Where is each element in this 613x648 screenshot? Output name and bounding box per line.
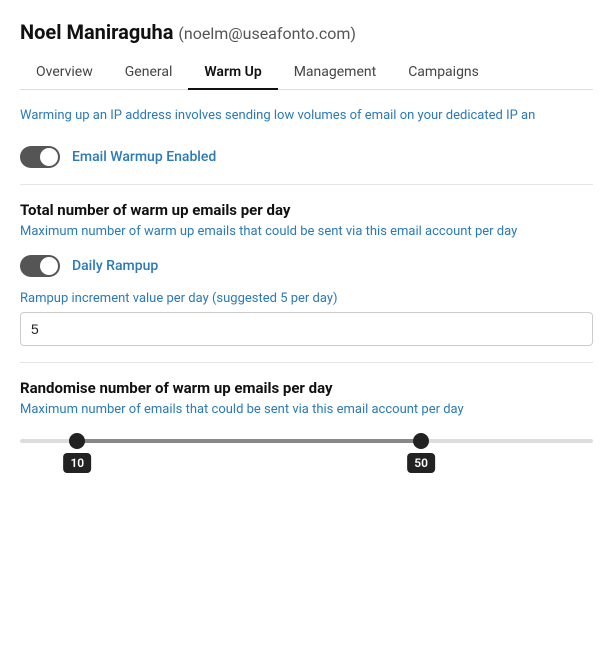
randomise-title: Randomise number of warm up emails per d…: [20, 379, 593, 397]
randomise-section: Randomise number of warm up emails per d…: [20, 379, 593, 473]
total-warmup-section: Total number of warm up emails per day M…: [20, 201, 593, 241]
slider-fill: [77, 439, 421, 443]
user-title: Noel Maniraguha (noelm@useafonto.com): [20, 20, 593, 44]
slider-thumb-min[interactable]: [69, 433, 85, 449]
tab-campaigns[interactable]: Campaigns: [392, 56, 495, 90]
rampup-input[interactable]: [20, 312, 593, 346]
slider-track: [20, 439, 593, 443]
user-name: Noel Maniraguha: [20, 20, 173, 44]
total-warmup-title: Total number of warm up emails per day: [20, 201, 593, 219]
email-warmup-label: Email Warmup Enabled: [72, 149, 216, 165]
rampup-field-label: Rampup increment value per day (suggeste…: [20, 291, 593, 306]
email-warmup-toggle[interactable]: [20, 146, 60, 168]
slider-thumb-max[interactable]: [413, 433, 429, 449]
page-header: Noel Maniraguha (noelm@useafonto.com) Ov…: [0, 0, 613, 90]
email-warmup-toggle-row: Email Warmup Enabled: [20, 146, 593, 168]
email-warmup-section: Email Warmup Enabled: [20, 146, 593, 168]
daily-rampup-toggle[interactable]: [20, 255, 60, 277]
tab-bar: Overview General Warm Up Management Camp…: [20, 56, 593, 90]
range-slider: 10 50: [20, 439, 593, 473]
slider-min-badge: 10: [63, 453, 91, 473]
daily-rampup-label: Daily Rampup: [72, 258, 158, 274]
divider-2: [20, 362, 593, 363]
tab-warmup[interactable]: Warm Up: [188, 56, 277, 90]
tab-overview[interactable]: Overview: [20, 56, 109, 90]
main-content: Warming up an IP address involves sendin…: [0, 90, 613, 497]
tab-management[interactable]: Management: [278, 56, 392, 90]
randomise-desc: Maximum number of emails that could be s…: [20, 401, 593, 419]
daily-rampup-section: Daily Rampup Rampup increment value per …: [20, 255, 593, 346]
tab-general[interactable]: General: [109, 56, 189, 90]
slider-max-badge: 50: [407, 453, 435, 473]
user-email: (noelm@useafonto.com): [178, 24, 356, 43]
divider-1: [20, 184, 593, 185]
total-warmup-desc: Maximum number of warm up emails that co…: [20, 223, 593, 241]
daily-rampup-toggle-row: Daily Rampup: [20, 255, 593, 277]
warmup-description: Warming up an IP address involves sendin…: [20, 106, 593, 126]
